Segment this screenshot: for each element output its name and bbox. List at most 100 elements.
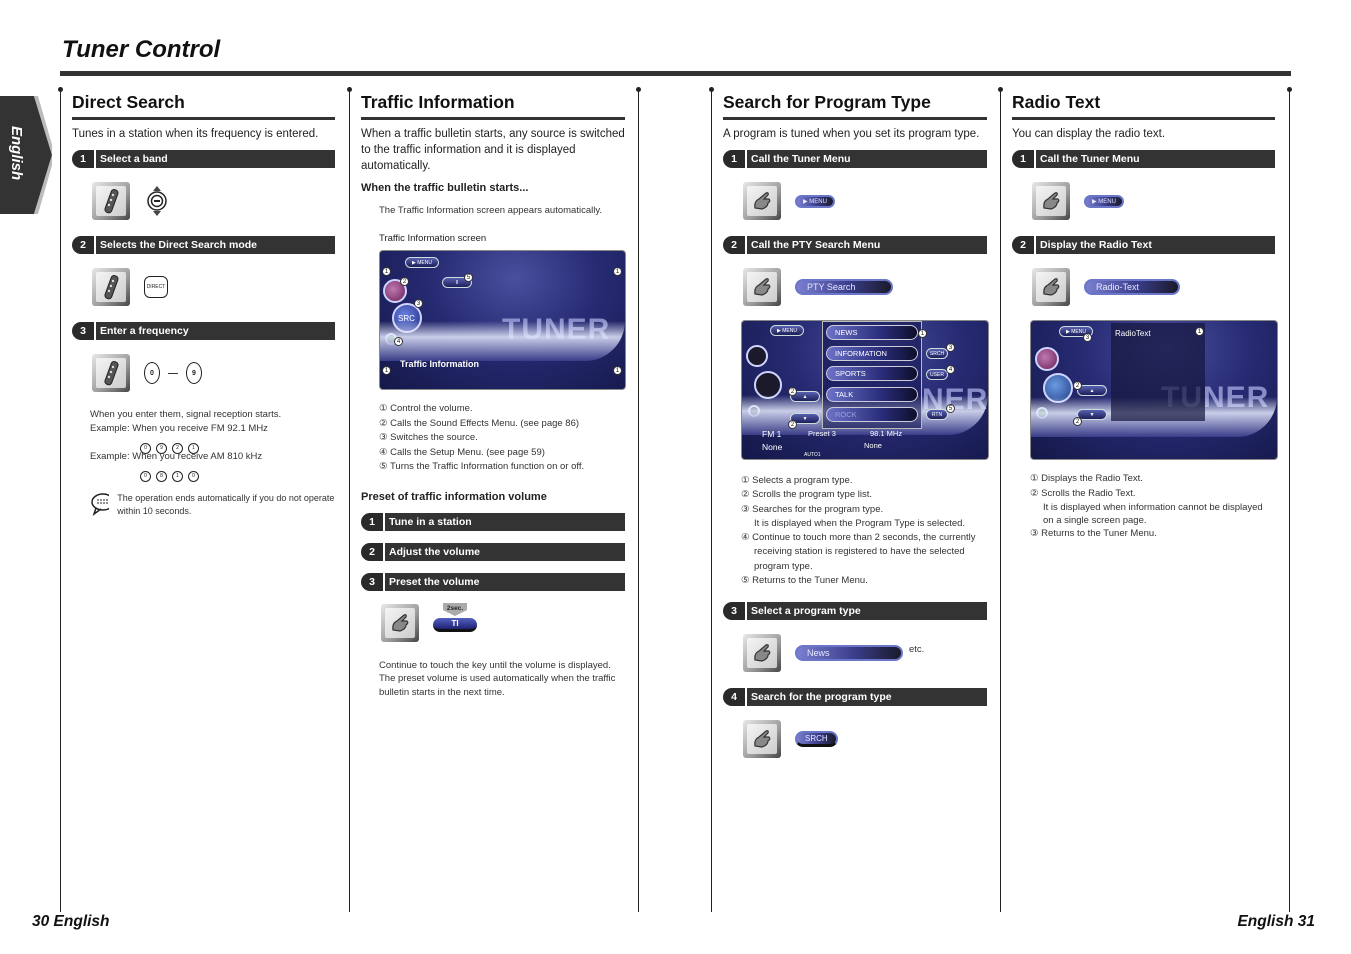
traffic-info-screen: ▶ MENU II SRC TUNER Traffic Information …: [379, 250, 626, 390]
menu-key-button[interactable]: ▶ MENU: [795, 194, 835, 208]
legend-item-note: It is displayed when the Program Type is…: [754, 517, 966, 529]
step-1-icons: ▶ MENU: [743, 182, 987, 220]
pty-search-screen: ▶ MENU NER NEWS INFORMATION SPORTS TALK …: [741, 320, 989, 460]
step-number: 2: [1012, 236, 1034, 254]
hold-ti-key: 2sec. TI: [433, 602, 477, 643]
direct-key-icon: DIRECT: [144, 276, 168, 298]
step-number: 1: [361, 512, 383, 531]
preset-step-3: 3 Preset the volume: [361, 572, 625, 591]
preset-heading: Preset of traffic information volume: [361, 490, 547, 503]
callout-4: 4: [394, 337, 403, 346]
touch-hand-icon: [743, 634, 781, 673]
language-tab-label: English: [8, 126, 25, 181]
pty-list-item[interactable]: INFORMATION: [826, 346, 918, 361]
step-label: Display the Radio Text: [1036, 236, 1275, 254]
traffic-legend: ① Control the volume. ② Calls the Sound …: [379, 402, 625, 475]
news-key-button[interactable]: News: [795, 645, 903, 662]
pty-list-item[interactable]: TALK: [826, 387, 918, 402]
screen-band: [380, 321, 625, 361]
radio-text-screen: ▶ MENU TUNER RadioText ▲ ▼ 1 2 2 3: [1030, 320, 1278, 460]
tip-note: The operation ends automatically if you …: [90, 492, 335, 518]
srch-key-button[interactable]: SRCH: [795, 731, 838, 748]
step-label: Tune in a station: [385, 512, 625, 531]
menu-button[interactable]: ▶ MENU: [770, 325, 804, 336]
number-key-0-icon: 0: [144, 362, 160, 384]
legend-item: ① Selects a program type.: [741, 475, 853, 486]
sound-effects-button[interactable]: [746, 345, 768, 367]
remote-control-icon: [92, 354, 130, 392]
srch-button[interactable]: SRCH: [926, 348, 948, 359]
step-number: 1: [723, 150, 745, 168]
touch-hand-icon: [381, 603, 419, 642]
rtn-button[interactable]: RTN: [926, 409, 948, 420]
section-intro: You can display the radio text.: [1012, 128, 1166, 140]
step-label: Selects the Direct Search mode: [96, 236, 335, 254]
pty-search-key-button[interactable]: PTY Search: [795, 279, 893, 295]
pty-list-item[interactable]: SPORTS: [826, 366, 918, 381]
step-number: 2: [72, 236, 94, 254]
pty-name-readout: None: [864, 441, 882, 450]
section-intro: Tunes in a station when its frequency is…: [72, 128, 319, 140]
menu-key-button[interactable]: ▶ MENU: [1084, 194, 1124, 208]
step-number: 3: [723, 602, 745, 621]
step-3-icons: 0 9: [92, 354, 335, 392]
callout-3: 3: [414, 299, 423, 308]
radio-text-panel-title: RadioText: [1115, 329, 1151, 338]
preset-step-2: 2 Adjust the volume: [361, 542, 625, 561]
legend-item: ① Displays the Radio Text.: [1030, 473, 1143, 484]
callout-1: 1: [1195, 327, 1204, 336]
pty-list-item[interactable]: NEWS: [826, 325, 918, 340]
step-2: 2 Selects the Direct Search mode: [72, 236, 335, 254]
column-divider-dot: [636, 87, 641, 92]
title-rule: [60, 71, 1291, 76]
page-title: Tuner Control: [62, 36, 221, 63]
remote-control-icon: [92, 182, 130, 220]
section-title: Direct Search: [72, 92, 335, 120]
legend-item: ⑤ Turns the Traffic Information function…: [379, 461, 585, 473]
step-2-icons: Radio-Text: [1032, 268, 1275, 306]
sub-text: The Traffic Information screen appears a…: [379, 205, 603, 216]
step-1-icons: ▶ MENU: [1032, 182, 1275, 220]
section-title: Traffic Information: [361, 92, 625, 120]
pty-search-section: Search for Program Type A program is tun…: [723, 92, 989, 774]
callout-1: 1: [613, 366, 622, 375]
column-divider-dot: [347, 87, 352, 92]
legend-item: ③ Returns to the Tuner Menu.: [1030, 528, 1157, 540]
legend-item: ④ Calls the Setup Menu. (see page 59): [379, 446, 545, 458]
pty-list-item[interactable]: ROCK: [826, 407, 918, 422]
legend-item: ① Control the volume.: [379, 403, 473, 414]
section-intro: When a traffic bulletin starts, any sour…: [361, 128, 625, 172]
ti-key-button[interactable]: TI: [433, 617, 477, 632]
scroll-down-button[interactable]: ▼: [1077, 409, 1107, 420]
radio-text-legend: ① Displays the Radio Text. ② Scrolls the…: [1030, 472, 1275, 542]
step-1: 1 Call the Tuner Menu: [1012, 150, 1275, 168]
preset-step-3-icons: 2sec. TI: [381, 602, 625, 643]
sound-effects-button[interactable]: [1035, 347, 1059, 371]
step-number: 1: [1012, 150, 1034, 168]
step-number: 2: [723, 236, 745, 254]
note-text: When you enter them, signal reception st…: [90, 409, 282, 420]
band-readout: FM 1: [762, 429, 782, 439]
step-4-icons: SRCH: [743, 720, 987, 759]
step-2-icons: PTY Search: [743, 268, 987, 306]
section-title: Radio Text: [1012, 92, 1275, 120]
radio-text-key-button[interactable]: Radio-Text: [1084, 279, 1180, 295]
step-number: 1: [72, 150, 94, 168]
tip-text: The operation ends automatically if you …: [117, 493, 335, 516]
sub-heading: When the traffic bulletin starts...: [361, 182, 529, 194]
step-3: 3 Select a program type: [723, 602, 987, 621]
callout-2: 2: [788, 420, 797, 429]
example-fm: Example: When you receive FM 92.1 MHz: [90, 423, 268, 434]
legend-item: ③ Switches the source.: [379, 432, 478, 444]
user-button[interactable]: USER: [926, 369, 948, 380]
callout-1: 1: [613, 267, 622, 276]
key-icon: 1: [172, 470, 183, 482]
menu-button[interactable]: ▶ MENU: [405, 257, 439, 268]
language-tab: English: [0, 96, 52, 214]
column-divider: [60, 90, 61, 912]
page-number-left: 30 English: [32, 913, 110, 930]
legend-item: ⑤ Returns to the Tuner Menu.: [741, 575, 868, 587]
radio-text-section: Radio Text You can display the radio tex…: [1012, 92, 1278, 542]
step-number: 2: [361, 542, 383, 561]
step-label: Call the Tuner Menu: [1036, 150, 1275, 168]
